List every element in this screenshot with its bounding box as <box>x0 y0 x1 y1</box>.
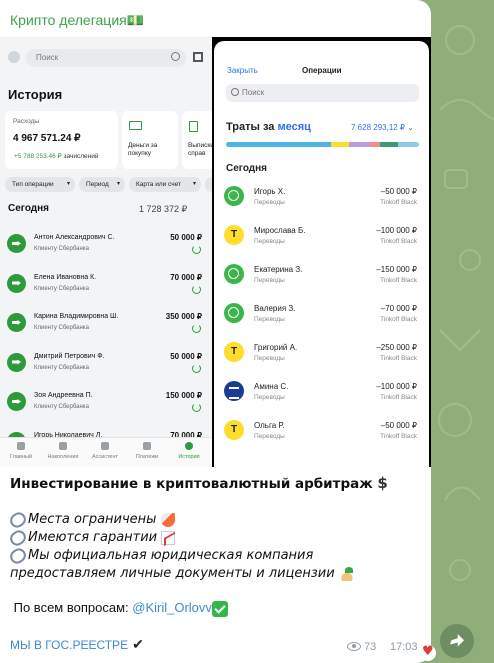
payee-icon <box>224 381 244 401</box>
payee-icon <box>224 225 244 245</box>
operations-sheet: Закрыть Операции Поиск Траты за месяц 7 … <box>214 41 429 467</box>
repeat-icon <box>192 363 201 373</box>
tinkoff-today-label: Сегодня <box>226 163 268 174</box>
footer-link[interactable]: МЫ В ГОС.РЕЕСТРЕ ✔ <box>10 636 144 653</box>
repeat-icon <box>192 324 201 333</box>
search-icon <box>171 52 180 61</box>
transfer-icon <box>7 234 26 253</box>
message-line: Мы официальная юридическая компания пред… <box>7 545 420 583</box>
expenses-card: Расходы 4 967 571.24 ₽ <box>5 111 118 169</box>
filter-chip: Т <box>205 177 212 192</box>
pay-card: Деньги за покупку <box>122 111 178 169</box>
spend-title: Траты за месяц <box>226 121 311 133</box>
tinkoff-screenshot: Закрыть Операции Поиск Траты за месяц 7 … <box>212 37 431 467</box>
tinkoff-transaction-row: Екатерина З. Переводы –150 000 ₽ Tinkoff Bl… <box>214 264 429 301</box>
spend-segment <box>397 142 419 147</box>
repeat-icon <box>192 403 201 412</box>
message-text: Инвестирование в криптовалютный арбитраж… <box>7 472 420 617</box>
sber-transaction-row: Дмитрий Петрович Ф. Клиенту Сбербанка 50 0… <box>0 347 212 386</box>
tinkoff-transaction-row: Мирослава Б.Переводы–100 000 ₽Tinkoff Bl… <box>214 225 429 262</box>
spend-segment <box>369 142 381 147</box>
tab-assistant: Ассистент <box>84 440 126 460</box>
message-line: Имеются гарантии <box>7 527 420 548</box>
close-link: Закрыть <box>227 66 258 75</box>
spend-segment <box>226 142 332 147</box>
views-counter: 73 <box>347 641 376 653</box>
contact-link[interactable]: @Kiril_Orlovv <box>132 600 212 615</box>
sber-transaction-row: Антон Александрович С. Клиенту Сбербанка 5… <box>0 228 212 267</box>
document-icon <box>189 121 198 132</box>
tinkoff-transaction-row: Валерия З. Переводы –70 000 ₽ Tinkoff Black <box>214 303 429 340</box>
tinkoff-search-field: Поиск <box>226 84 419 102</box>
transfer-icon <box>7 352 26 372</box>
sber-transaction-row: Елена Ивановна К. Клиенту Сбербанка 70 000… <box>0 268 212 307</box>
payee-icon <box>224 186 244 206</box>
transfer-icon <box>7 313 26 332</box>
spend-total: 7 628 293,12 ₽ ⌄ <box>351 123 414 132</box>
paperclip-icon <box>7 545 29 566</box>
dollar-icon: $ <box>377 474 388 492</box>
message-time: 17:03 <box>390 641 418 653</box>
search-icon <box>231 88 239 96</box>
transfer-icon <box>7 273 26 293</box>
share-button[interactable] <box>440 624 474 658</box>
spend-segment <box>331 142 349 147</box>
sber-transaction-row: Зоя Андреевна П. Клиенту Сбербанка 150 000… <box>0 386 212 425</box>
message-line: Места ограничены <box>7 509 420 530</box>
checkmark-icon <box>211 600 228 617</box>
extract-card: Выписки и справ <box>182 111 212 169</box>
operations-title: Операции <box>302 66 342 75</box>
sber-search-field: Поиск <box>26 49 186 67</box>
money-icon: 💵 <box>126 12 145 28</box>
paperclip-icon <box>7 527 29 548</box>
attached-photo[interactable]: Поиск История Расходы 4 967 571.24 ₽ +5 … <box>0 37 431 467</box>
sber-transaction-row: Карина Владимировна Ш. Клиенту Сбербанка 3… <box>0 307 212 346</box>
island-icon <box>338 566 355 581</box>
repeat-icon <box>192 284 201 294</box>
chart-up-icon <box>161 530 176 545</box>
tab-history: История <box>168 440 210 460</box>
filter-chip: Период ▾ <box>79 177 125 192</box>
message-bubble: Крипто делегация💵 Поиск История Расходы … <box>0 0 431 663</box>
income-line: +5 788 253.46 ₽ зачислений <box>14 153 99 160</box>
spend-segment <box>380 142 398 147</box>
tab-main: Главный <box>0 440 42 460</box>
message-headline: Инвестирование в криптовалютный арбитраж… <box>10 474 388 492</box>
qr-icon <box>193 52 203 62</box>
tinkoff-transaction-row: Амина С. Переводы –100 000 ₽ Tinkoff Black <box>214 381 429 418</box>
transfer-icon <box>7 392 26 411</box>
repeat-icon <box>192 245 201 254</box>
sber-today-label: Сегодня <box>8 203 50 214</box>
wallet-icon <box>129 121 142 130</box>
filter-chip: Тип операции ▾ <box>5 177 75 192</box>
tinkoff-transaction-row: Ольга Р.Переводы–50 000 ₽Tinkoff Black <box>214 420 429 457</box>
filter-chip: Карта или счет ▾ <box>129 177 201 192</box>
spend-segment <box>348 142 370 147</box>
sber-today-total: 1 728 372 ₽ <box>139 204 188 214</box>
sber-heading: История <box>8 87 63 102</box>
payee-icon <box>224 264 244 284</box>
heart-reaction[interactable] <box>420 644 436 661</box>
tab-savings: Накопления <box>42 440 84 460</box>
rocket-icon <box>160 512 175 527</box>
tab-payments: Платежи <box>126 440 168 460</box>
check-icon: ✔ <box>132 636 144 652</box>
payee-icon <box>224 342 244 362</box>
avatar <box>8 51 20 63</box>
tinkoff-transaction-row: Григорий А.Переводы–250 000 ₽Tinkoff Bla… <box>214 342 429 379</box>
payee-icon <box>224 303 244 323</box>
channel-title[interactable]: Крипто делегация💵 <box>10 12 144 29</box>
tinkoff-transaction-row: Игорь Х. Переводы –50 000 ₽ Tinkoff Black <box>214 186 429 223</box>
payee-icon <box>224 420 244 440</box>
paperclip-icon <box>7 509 29 530</box>
eye-icon <box>347 642 361 651</box>
sber-screenshot: Поиск История Расходы 4 967 571.24 ₽ +5 … <box>0 37 212 467</box>
sber-tabbar: Главный Накопления Ассистент Платежи Ист… <box>0 437 212 467</box>
spend-category-bar <box>226 142 419 147</box>
contact-line: По всем вопросам: @Kiril_Orlovv <box>10 599 420 617</box>
